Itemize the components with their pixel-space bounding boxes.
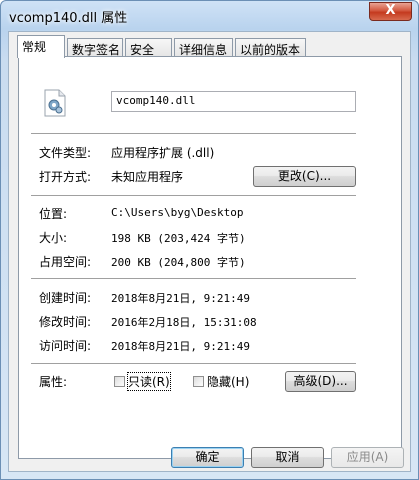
- file-type-label: 文件类型:: [39, 146, 92, 160]
- cancel-button[interactable]: 取消: [251, 447, 324, 468]
- general-panel: vcomp140.dll 文件类型: 应用程序扩展 (.dll) 打开方式: 未…: [18, 56, 402, 459]
- tab-details[interactable]: 详细信息: [174, 38, 233, 58]
- location-value: C:\Users\byg\Desktop: [111, 206, 244, 219]
- accessed-label: 访问时间:: [39, 339, 92, 353]
- modified-value: 2016年2月18日, 15:31:08: [111, 316, 257, 329]
- created-value: 2018年8月21日, 9:21:49: [111, 292, 250, 305]
- separator: [31, 363, 356, 365]
- close-button[interactable]: X: [369, 2, 412, 21]
- filename-field[interactable]: vcomp140.dll: [111, 91, 356, 112]
- size-on-disk-label: 占用空间:: [39, 255, 92, 269]
- dialog-client: 常规 数字签名 安全 详细信息 以前的版本 vcomp140.dll 文件类型:…: [8, 31, 411, 472]
- location-label: 位置:: [39, 207, 68, 221]
- title-bar[interactable]: vcomp140.dll 属性 X: [1, 1, 418, 31]
- change-button[interactable]: 更改(C)...: [253, 166, 356, 187]
- separator: [31, 278, 356, 280]
- accessed-value: 2018年8月21日, 9:21:49: [111, 340, 250, 353]
- advanced-button[interactable]: 高级(D)...: [285, 371, 356, 392]
- readonly-checkbox[interactable]: [114, 376, 125, 387]
- tab-digital-signatures[interactable]: 数字签名: [67, 38, 123, 58]
- separator: [31, 195, 356, 197]
- separator: [31, 133, 356, 135]
- size-value: 198 KB (203,424 字节): [111, 232, 246, 245]
- hidden-label[interactable]: 隐藏(H): [207, 373, 249, 390]
- apply-button[interactable]: 应用(A): [331, 447, 404, 468]
- ok-button[interactable]: 确定: [171, 447, 244, 468]
- properties-window: vcomp140.dll 属性 X 常规 数字签名 安全 详细信息 以前的版本 …: [0, 0, 419, 480]
- tab-security[interactable]: 安全: [125, 38, 172, 58]
- tab-previous-versions[interactable]: 以前的版本: [235, 38, 306, 58]
- file-type-value: 应用程序扩展 (.dll): [111, 146, 215, 160]
- open-with-value: 未知应用程序: [111, 170, 184, 184]
- created-label: 创建时间:: [39, 291, 92, 305]
- hidden-checkbox[interactable]: [193, 376, 204, 387]
- open-with-label: 打开方式:: [39, 170, 92, 184]
- readonly-label[interactable]: 只读(R): [127, 372, 171, 391]
- size-label: 大小:: [39, 231, 68, 245]
- tab-general[interactable]: 常规: [17, 35, 65, 58]
- dll-file-icon: [44, 89, 66, 117]
- window-title: vcomp140.dll 属性: [9, 11, 128, 26]
- attributes-label: 属性:: [39, 375, 68, 389]
- modified-label: 修改时间:: [39, 315, 92, 329]
- size-on-disk-value: 200 KB (204,800 字节): [111, 256, 246, 269]
